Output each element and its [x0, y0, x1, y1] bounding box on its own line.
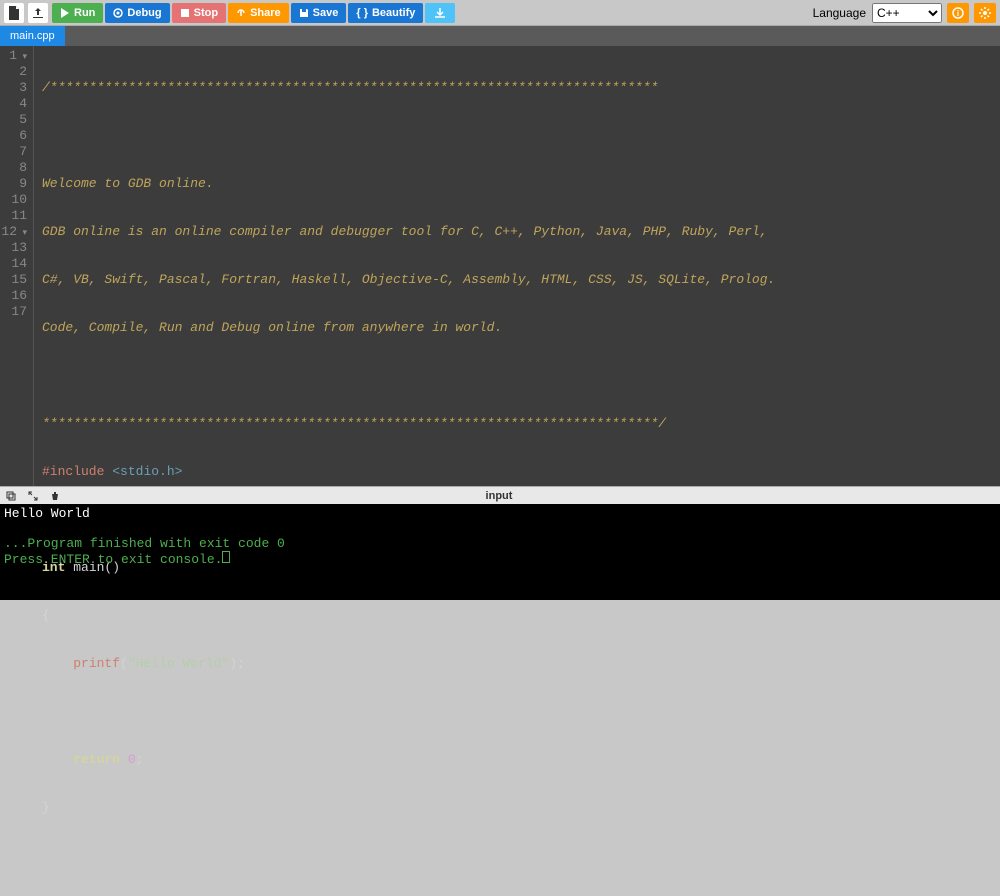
- debug-label: Debug: [127, 7, 161, 19]
- upload-icon[interactable]: [28, 3, 48, 23]
- console-tab-input[interactable]: input: [70, 490, 928, 502]
- language-label: Language: [813, 6, 866, 20]
- debug-button[interactable]: Debug: [105, 3, 169, 23]
- language-select[interactable]: C++: [872, 3, 942, 23]
- settings-button[interactable]: [974, 3, 996, 23]
- beautify-button[interactable]: { }Beautify: [348, 3, 423, 23]
- svg-text:i: i: [957, 9, 959, 18]
- stop-button[interactable]: Stop: [172, 3, 226, 23]
- share-button[interactable]: Share: [228, 3, 289, 23]
- run-label: Run: [74, 7, 95, 19]
- run-button[interactable]: Run: [52, 3, 103, 23]
- console-prompt: Press ENTER to exit console.: [4, 552, 222, 567]
- save-label: Save: [313, 7, 339, 19]
- copy-icon[interactable]: [4, 489, 18, 503]
- new-file-icon[interactable]: [4, 3, 24, 23]
- console-status: ...Program finished with exit code 0: [4, 536, 285, 551]
- expand-icon[interactable]: [26, 489, 40, 503]
- code-editor[interactable]: 1▾23456789101112▾1314151617 /***********…: [0, 46, 1000, 486]
- info-button[interactable]: i: [947, 3, 969, 23]
- cursor-icon: [222, 551, 230, 563]
- tab-bar: main.cpp: [0, 26, 1000, 46]
- share-label: Share: [250, 7, 281, 19]
- console-bar: input: [0, 486, 1000, 504]
- line-gutter: 1▾23456789101112▾1314151617: [0, 46, 34, 486]
- tab-main-cpp[interactable]: main.cpp: [0, 26, 65, 46]
- code-content[interactable]: /***************************************…: [34, 46, 1000, 486]
- console-stdout: Hello World: [4, 506, 90, 521]
- download-button[interactable]: [425, 3, 455, 23]
- clear-icon[interactable]: [48, 489, 62, 503]
- stop-label: Stop: [194, 7, 218, 19]
- beautify-label: Beautify: [372, 7, 415, 19]
- toolbar: Run Debug Stop Share Save { }Beautify La…: [0, 0, 1000, 26]
- tab-label: main.cpp: [10, 30, 55, 42]
- save-button[interactable]: Save: [291, 3, 347, 23]
